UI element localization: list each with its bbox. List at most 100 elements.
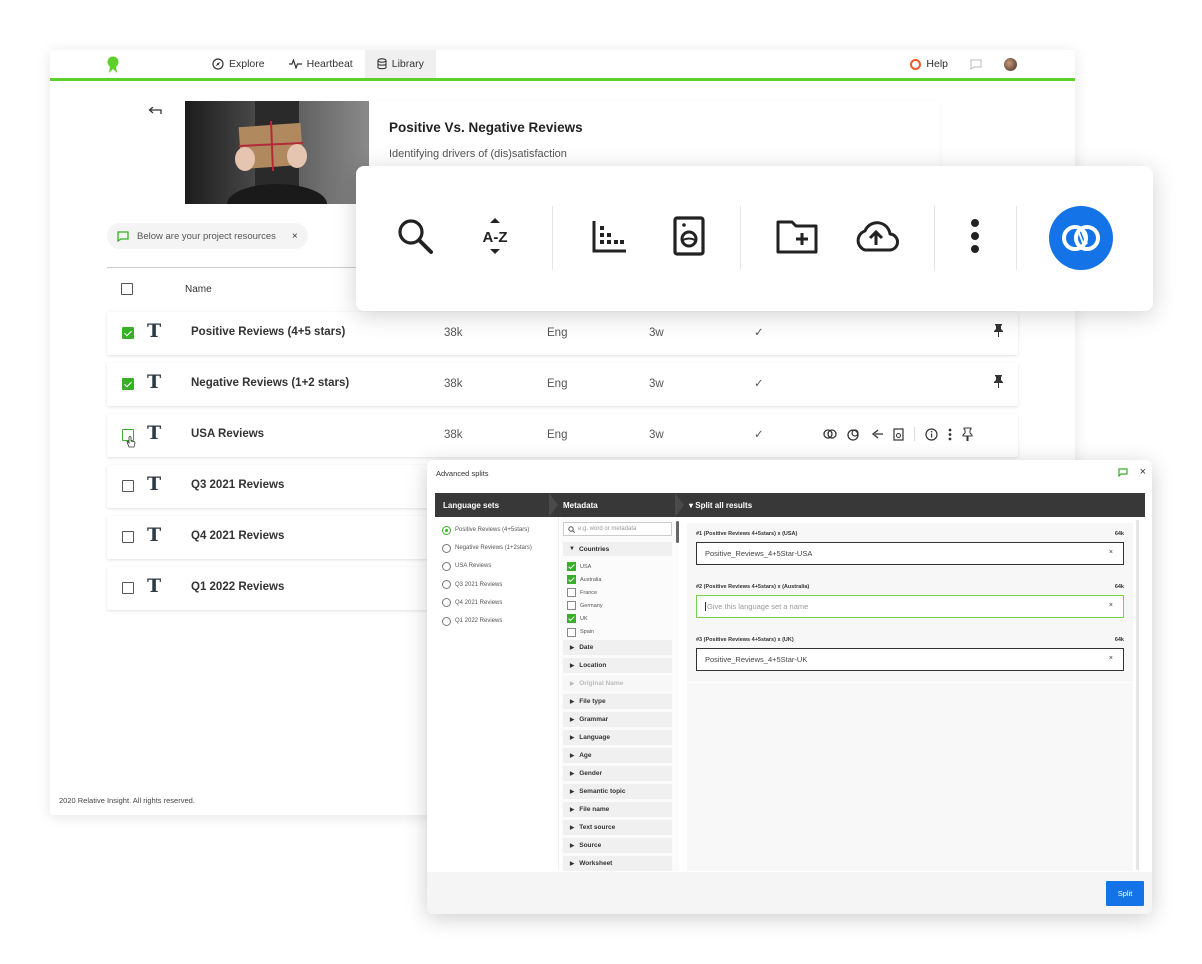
dialog-controls: × (1117, 466, 1146, 478)
metadata-section[interactable]: ▶ Age (563, 748, 672, 763)
sort-az-icon[interactable]: A-Z (472, 213, 518, 259)
step-language-sets[interactable]: Language sets (443, 501, 499, 510)
pin-icon[interactable] (993, 374, 1004, 388)
metadata-section[interactable]: ▶ Worksheet (563, 856, 672, 871)
nav-explore[interactable]: Explore (200, 50, 277, 78)
row-language: Eng (547, 327, 568, 339)
compare-icon[interactable] (847, 428, 860, 441)
split-button[interactable]: Split (1106, 881, 1144, 906)
overlap-icon[interactable] (823, 429, 837, 439)
nav-library[interactable]: Library (364, 50, 436, 78)
metadata-section[interactable]: ▶ Date (563, 640, 672, 655)
split-icon[interactable] (1049, 206, 1113, 270)
country-option[interactable]: UK (567, 612, 603, 625)
row-checkbox[interactable] (122, 531, 134, 543)
split-results-panel: #1 (Positive Reviews 4+5stars) x (USA) 6… (687, 517, 1133, 871)
radio-button[interactable] (442, 543, 451, 553)
logo-icon[interactable] (106, 56, 120, 74)
histogram-icon[interactable] (586, 213, 632, 259)
row-checkbox[interactable] (122, 378, 134, 390)
language-set-option[interactable]: Q4 2021 Reviews (435, 594, 558, 612)
radio-button[interactable] (442, 616, 451, 626)
info-icon[interactable] (925, 427, 938, 441)
metadata-section[interactable]: ▶ Grammar (563, 712, 672, 727)
document-preview-icon[interactable] (893, 427, 904, 441)
result-name-input[interactable]: Positive_Reviews_4+5Star-UK × (696, 648, 1124, 671)
row-checkbox[interactable] (122, 327, 134, 339)
row-checkbox[interactable] (122, 582, 134, 594)
language-set-option[interactable]: Negative Reviews (1+2stars) (435, 539, 558, 557)
radio-button[interactable] (442, 580, 451, 590)
checkbox[interactable] (567, 614, 576, 624)
country-option[interactable]: Spain (567, 625, 603, 638)
result-size: 64k (1114, 637, 1124, 643)
country-option[interactable]: Germany (567, 599, 603, 612)
nav-heartbeat[interactable]: Heartbeat (277, 50, 365, 78)
table-row[interactable]: T USA Reviews 38k Eng 3w ✓ (107, 414, 1018, 457)
result-name-input[interactable]: Positive_Reviews_4+5Star-USA × (696, 542, 1124, 565)
table-row[interactable]: T Positive Reviews (4+5 stars) 38k Eng 3… (107, 312, 1018, 355)
metadata-section[interactable]: ▶ Location (563, 658, 672, 673)
avatar[interactable] (1004, 57, 1017, 71)
radio-button[interactable] (442, 561, 451, 571)
result-name-input[interactable]: Give this language set a name × (696, 595, 1124, 618)
metadata-section[interactable]: ▶ Source (563, 838, 672, 853)
table-row[interactable]: T Negative Reviews (1+2 stars) 38k Eng 3… (107, 363, 1018, 406)
column-header-name[interactable]: Name (185, 284, 212, 295)
result-label: #2 (Positive Reviews 4+5stars) x (Austra… (696, 584, 810, 590)
country-option[interactable]: France (567, 586, 603, 599)
close-button[interactable]: × (1140, 466, 1146, 478)
metadata-panel: e.g. word or metadata ▼ Countries USA Au… (561, 517, 679, 871)
clear-input-button[interactable]: × (1109, 602, 1113, 609)
checkbox[interactable] (567, 601, 576, 611)
notice-close-button[interactable]: × (292, 231, 298, 242)
metadata-search-input[interactable]: e.g. word or metadata (563, 522, 672, 536)
countries-section[interactable]: ▼ Countries (563, 542, 672, 556)
step-metadata[interactable]: Metadata (563, 501, 598, 510)
checkbox[interactable] (567, 575, 576, 585)
branch-icon[interactable] (870, 429, 883, 439)
row-age: 3w (649, 429, 664, 441)
language-set-option[interactable]: Positive Reviews (4+5stars) (435, 521, 558, 539)
scrollbar[interactable] (676, 521, 679, 543)
section-label: Gender (579, 770, 602, 777)
clear-input-button[interactable]: × (1109, 655, 1113, 662)
row-size: 38k (444, 327, 463, 339)
row-checkbox[interactable] (122, 480, 134, 492)
main-nav: Explore Heartbeat Library (200, 50, 436, 78)
document-preview-icon[interactable] (666, 213, 712, 259)
country-option[interactable]: USA (567, 560, 603, 573)
clear-input-button[interactable]: × (1109, 549, 1113, 556)
language-set-option[interactable]: Q1 2022 Reviews (435, 612, 558, 630)
language-set-option[interactable]: USA Reviews (435, 557, 558, 575)
radio-button[interactable] (442, 525, 451, 535)
chat-icon[interactable] (1117, 467, 1128, 477)
checkbox[interactable] (567, 627, 576, 637)
checkbox[interactable] (567, 588, 576, 598)
help-link[interactable]: Help (910, 58, 948, 70)
more-vertical-icon[interactable] (948, 428, 952, 441)
metadata-section[interactable]: ▶ Text source (563, 820, 672, 835)
metadata-section[interactable]: ▶ Gender (563, 766, 672, 781)
metadata-section[interactable]: ▶ Language (563, 730, 672, 745)
checkbox[interactable] (567, 562, 576, 572)
metadata-section[interactable]: ▶ File type (563, 694, 672, 709)
more-vertical-icon[interactable] (952, 213, 998, 259)
new-folder-icon[interactable] (774, 213, 820, 259)
country-option[interactable]: Australia (567, 573, 603, 586)
pin-icon[interactable] (993, 323, 1004, 337)
pin-icon[interactable] (962, 427, 973, 441)
step-split-all-results[interactable]: ▾ Split all results (689, 501, 752, 510)
language-set-option[interactable]: Q3 2021 Reviews (435, 576, 558, 594)
cloud-upload-icon[interactable] (853, 213, 899, 259)
metadata-section[interactable]: ▶ Semantic topic (563, 784, 672, 799)
metadata-section[interactable]: ▶ File name (563, 802, 672, 817)
radio-button[interactable] (442, 598, 451, 608)
caret-right-icon: ▶ (570, 842, 575, 849)
select-all-checkbox[interactable] (121, 283, 133, 295)
back-arrow-icon[interactable] (148, 104, 162, 121)
chat-icon[interactable] (970, 59, 982, 70)
section-label: Location (579, 662, 607, 669)
search-icon[interactable] (392, 213, 438, 259)
scrollbar[interactable] (1136, 520, 1139, 870)
